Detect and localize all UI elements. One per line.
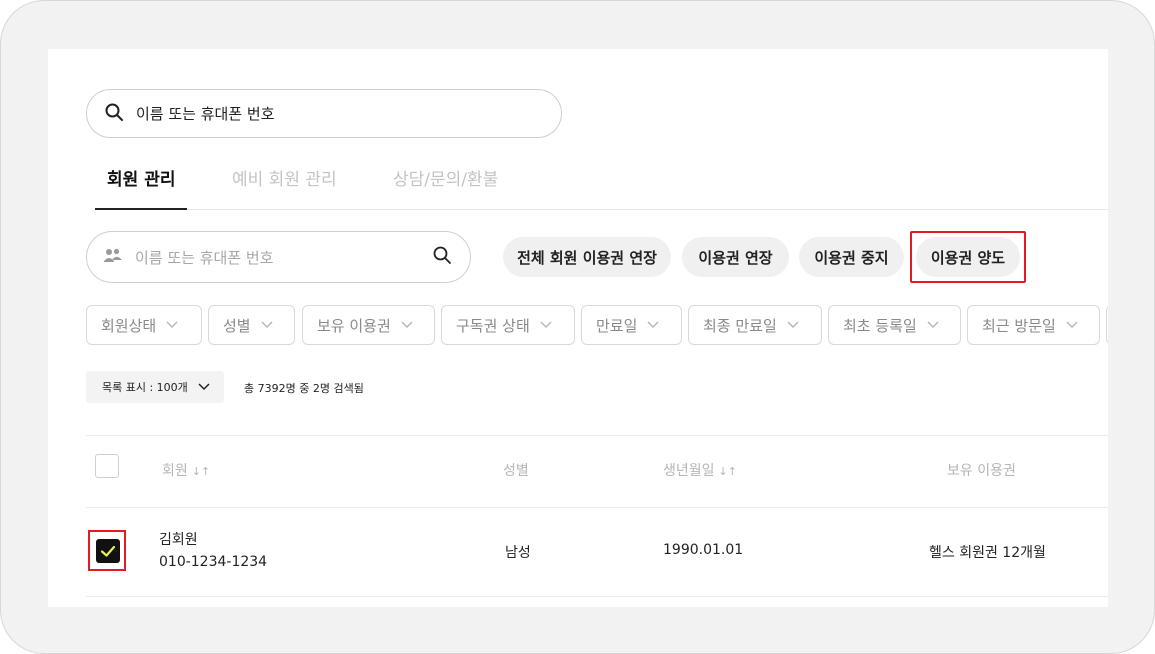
chevron-down-icon [166,321,178,329]
member-phone: 010-1234-1234 [159,554,268,570]
filter-label: 회원상태 [101,316,157,335]
column-birthdate-label: 생년월일 [663,463,715,479]
chevron-down-icon [1066,321,1078,329]
filter-more-clipped[interactable] [1106,305,1108,345]
filter-label: 최초 등록일 [843,316,917,335]
sort-icon: ↓↑ [718,465,737,478]
main-panel: 이름 또는 휴대폰 번호 회원 관리 예비 회원 관리 상담/문의/환불 이름 … [48,49,1108,607]
device-frame: 이름 또는 휴대폰 번호 회원 관리 예비 회원 관리 상담/문의/환불 이름 … [0,0,1155,654]
filter-owned-pass[interactable]: 보유 이용권 [302,305,435,345]
filter-member-status[interactable]: 회원상태 [86,305,202,345]
search-icon[interactable] [432,245,452,269]
filter-label: 보유 이용권 [317,316,391,335]
filter-final-expiry-date[interactable]: 최종 만료일 [688,305,822,345]
select-all-checkbox[interactable] [95,454,119,478]
sort-icon: ↓↑ [191,465,211,478]
tab-bar: 회원 관리 예비 회원 관리 상담/문의/환불 [95,161,1108,210]
member-search-input[interactable]: 이름 또는 휴대폰 번호 [86,231,471,283]
filter-label: 만료일 [596,316,638,335]
column-birthdate[interactable]: 생년월일 ↓↑ [663,460,737,480]
member-owned-pass: 헬스 회원권 12개월 [929,545,1046,561]
chevron-down-icon [401,321,413,329]
member-name[interactable]: 김회원 [159,529,198,549]
chevron-down-icon [540,321,552,329]
filter-subscription-status[interactable]: 구독권 상태 [441,305,575,345]
active-tab-indicator [95,208,187,210]
suspend-pass-button[interactable]: 이용권 중지 [799,237,904,277]
table-header: 회원 ↓↑ 성별 생년월일 ↓↑ 보유 이용권 [86,435,1108,508]
column-member[interactable]: 회원 ↓↑ [162,460,210,480]
column-owned-pass: 보유 이용권 [947,463,1016,479]
member-birthdate: 1990.01.01 [663,542,744,558]
filter-first-registered-date[interactable]: 최초 등록일 [828,305,961,345]
chevron-down-icon [647,321,659,329]
chevron-down-icon [787,321,799,329]
extend-pass-button[interactable]: 이용권 연장 [682,237,789,277]
column-gender: 성별 [503,463,529,479]
chevron-down-icon [927,321,939,329]
global-search-placeholder: 이름 또는 휴대폰 번호 [136,105,275,123]
filter-recent-visit-date[interactable]: 최근 방문일 [967,305,1100,345]
tab-member-management[interactable]: 회원 관리 [107,165,175,190]
filter-label: 최근 방문일 [982,316,1056,335]
filter-expiry-date[interactable]: 만료일 [581,305,682,345]
member-search-placeholder: 이름 또는 휴대폰 번호 [135,248,274,267]
filter-label: 최종 만료일 [703,316,777,335]
filter-label: 구독권 상태 [456,316,530,335]
page-size-select[interactable]: 목록 표시 : 100개 [86,371,224,403]
table-row[interactable]: 김회원 010-1234-1234 남성 1990.01.01 헬스 회원권 1… [86,506,1108,597]
transfer-pass-highlight [910,231,1026,283]
member-gender: 남성 [505,545,531,561]
extend-all-passes-button[interactable]: 전체 회원 이용권 연장 [503,237,671,277]
people-icon [103,247,123,267]
chevron-down-icon [261,321,273,329]
check-icon [100,545,116,557]
column-member-label: 회원 [162,463,188,479]
row-checkbox[interactable] [96,539,120,563]
filter-label: 성별 [223,316,251,335]
global-search-input[interactable]: 이름 또는 휴대폰 번호 [86,89,562,138]
tab-prospective-members[interactable]: 예비 회원 관리 [232,165,337,190]
page-size-label: 목록 표시 : 100개 [102,381,188,394]
tab-consult-inquiry-refund[interactable]: 상담/문의/환불 [393,165,498,190]
result-count: 총 7392명 중 2명 검색됨 [244,382,364,395]
search-icon [104,102,124,126]
chevron-down-icon [198,383,210,391]
filter-gender[interactable]: 성별 [208,305,295,345]
